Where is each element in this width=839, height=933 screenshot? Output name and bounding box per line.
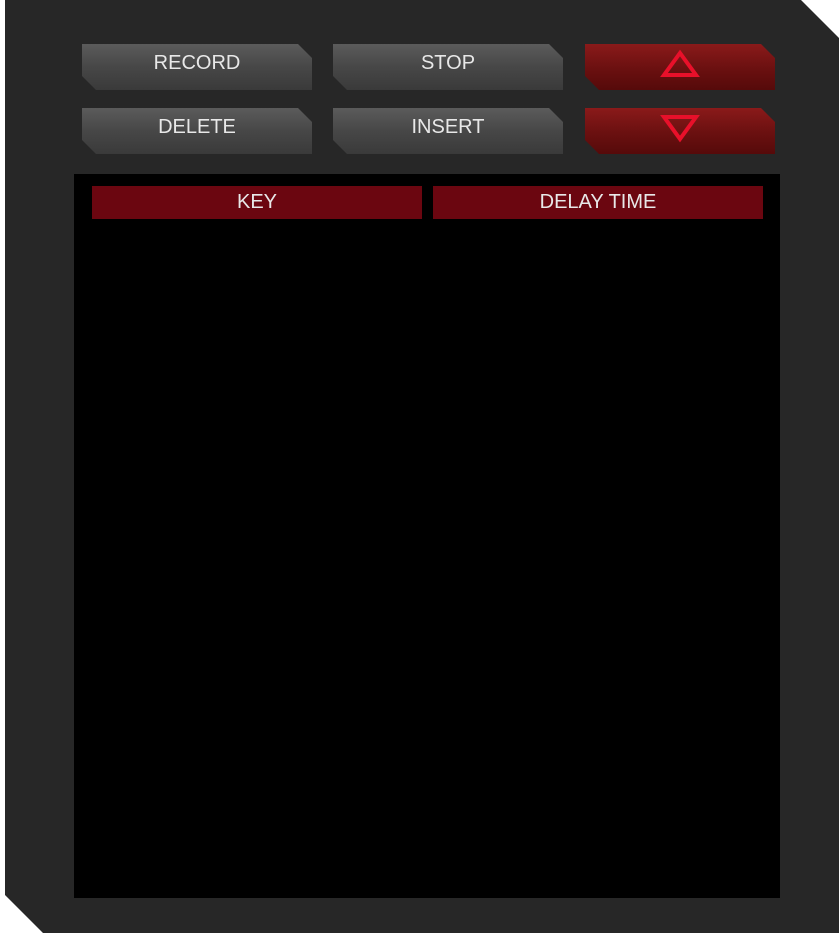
insert-button-label: INSERT: [411, 115, 485, 138]
triangle-down-icon: [660, 115, 700, 143]
delete-button-label: DELETE: [158, 115, 236, 138]
macro-list-rows: [92, 224, 763, 884]
record-button[interactable]: RECORD: [82, 44, 312, 90]
column-header-key[interactable]: KEY: [92, 186, 422, 219]
move-down-button[interactable]: [585, 108, 775, 154]
delete-button[interactable]: DELETE: [82, 108, 312, 154]
record-button-label: RECORD: [153, 51, 241, 74]
stop-button[interactable]: STOP: [333, 44, 563, 90]
column-header-delay-time[interactable]: DELAY TIME: [433, 186, 763, 219]
insert-button[interactable]: INSERT: [333, 108, 563, 154]
move-up-button[interactable]: [585, 44, 775, 90]
triangle-up-icon: [660, 49, 700, 77]
stop-button-label: STOP: [420, 51, 476, 74]
column-header-key-label: KEY: [236, 191, 278, 213]
column-header-delay-time-label: DELAY TIME: [539, 191, 657, 213]
